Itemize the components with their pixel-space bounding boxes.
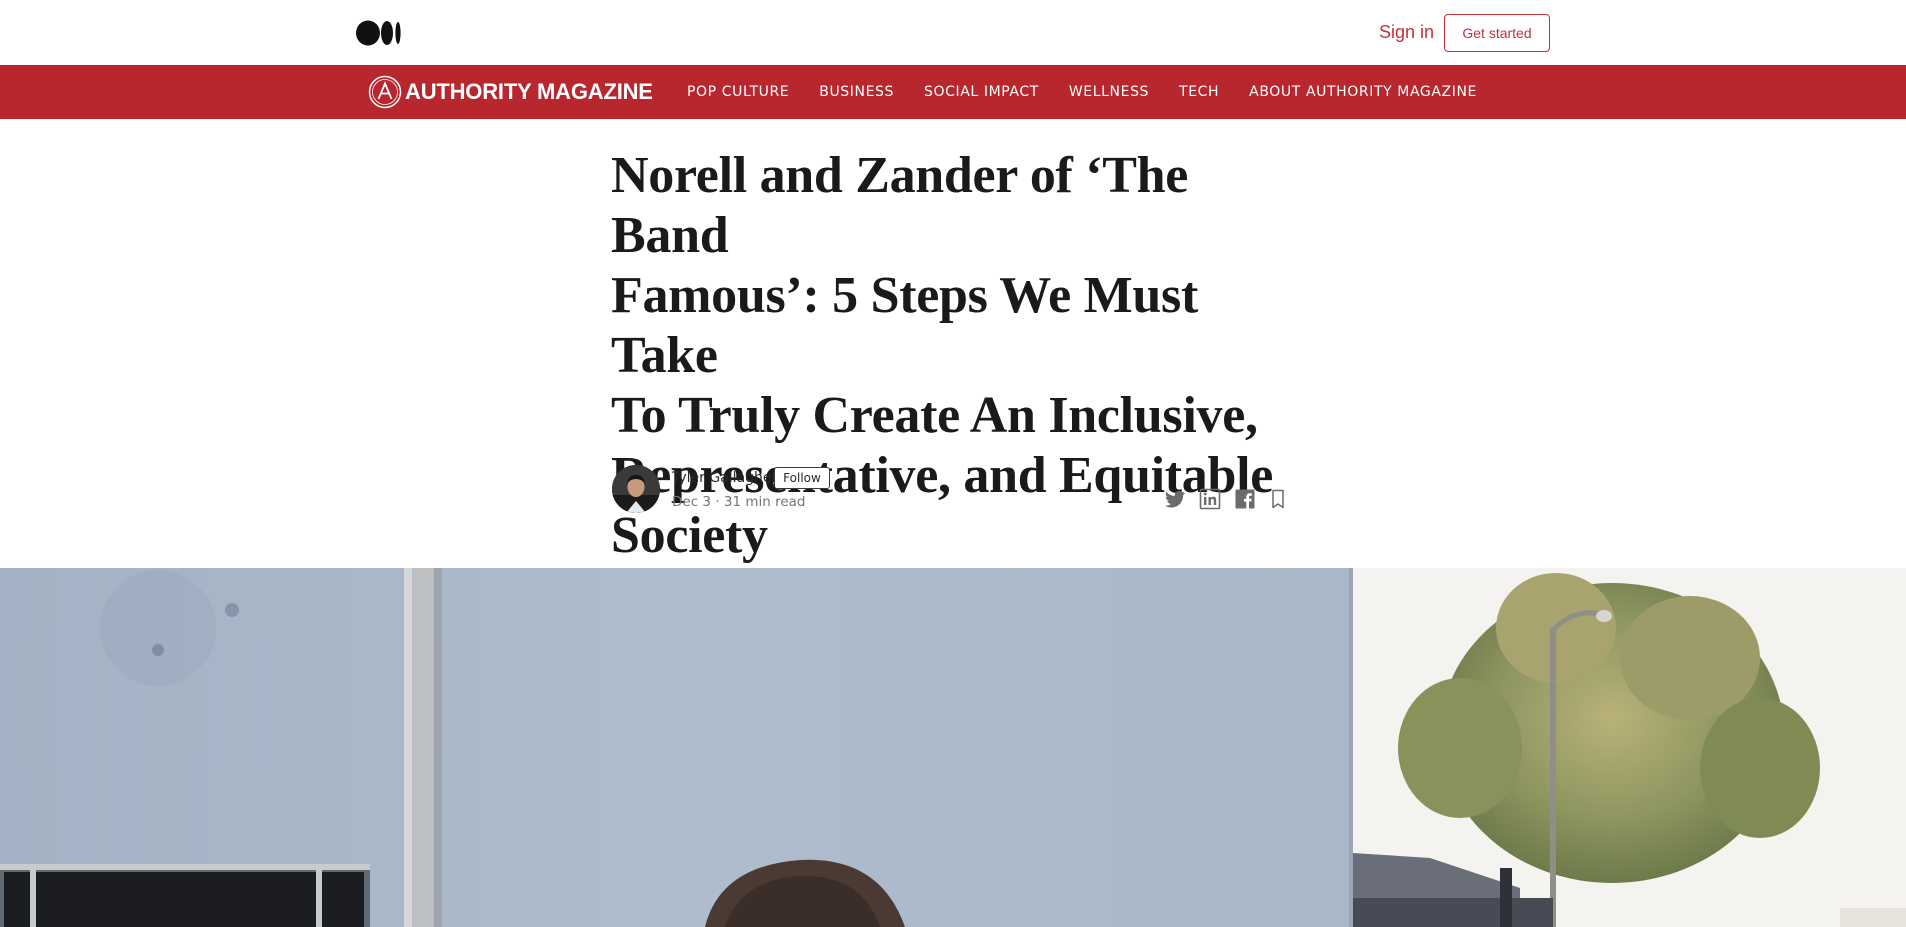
follow-button[interactable]: Follow bbox=[774, 467, 830, 489]
nav-item-about[interactable]: ABOUT AUTHORITY MAGAZINE bbox=[1249, 84, 1477, 100]
authority-a-emblem-icon bbox=[368, 75, 402, 109]
nav-item-wellness[interactable]: WELLNESS bbox=[1069, 84, 1149, 100]
article-meta: Dec 3 · 31 min read bbox=[672, 494, 806, 510]
get-started-button[interactable]: Get started bbox=[1444, 14, 1550, 52]
nav-item-business[interactable]: BUSINESS bbox=[819, 84, 894, 100]
top-bar: Sign in Get started bbox=[0, 0, 1906, 65]
facebook-icon[interactable] bbox=[1233, 487, 1257, 511]
nav-item-social-impact[interactable]: SOCIAL IMPACT bbox=[924, 84, 1039, 100]
publication-nav: AUTHORITY MAGAZINE POP CULTURE BUSINESS … bbox=[0, 65, 1906, 119]
twitter-icon[interactable] bbox=[1163, 487, 1187, 511]
linkedin-icon[interactable] bbox=[1198, 487, 1222, 511]
medium-logo-icon[interactable] bbox=[356, 20, 402, 46]
nav-item-pop-culture[interactable]: POP CULTURE bbox=[687, 84, 789, 100]
publication-brand[interactable]: AUTHORITY MAGAZINE bbox=[368, 74, 653, 110]
author-name[interactable]: Tyler Gallagher bbox=[672, 470, 777, 486]
nav-menu: POP CULTURE BUSINESS SOCIAL IMPACT WELLN… bbox=[687, 65, 1507, 119]
nav-item-tech[interactable]: TECH bbox=[1179, 84, 1219, 100]
title-line: Famous’: 5 Steps We Must Take bbox=[611, 267, 1198, 384]
title-line: Norell and Zander of ‘The Band bbox=[611, 147, 1189, 264]
publication-name: AUTHORITY MAGAZINE bbox=[405, 79, 653, 104]
author-avatar[interactable] bbox=[612, 465, 660, 513]
sign-in-link[interactable]: Sign in bbox=[1379, 22, 1434, 43]
title-line: Society bbox=[611, 507, 768, 564]
hero-image bbox=[0, 568, 1906, 927]
title-line: To Truly Create An Inclusive, bbox=[611, 387, 1258, 444]
bookmark-icon[interactable] bbox=[1266, 487, 1290, 511]
